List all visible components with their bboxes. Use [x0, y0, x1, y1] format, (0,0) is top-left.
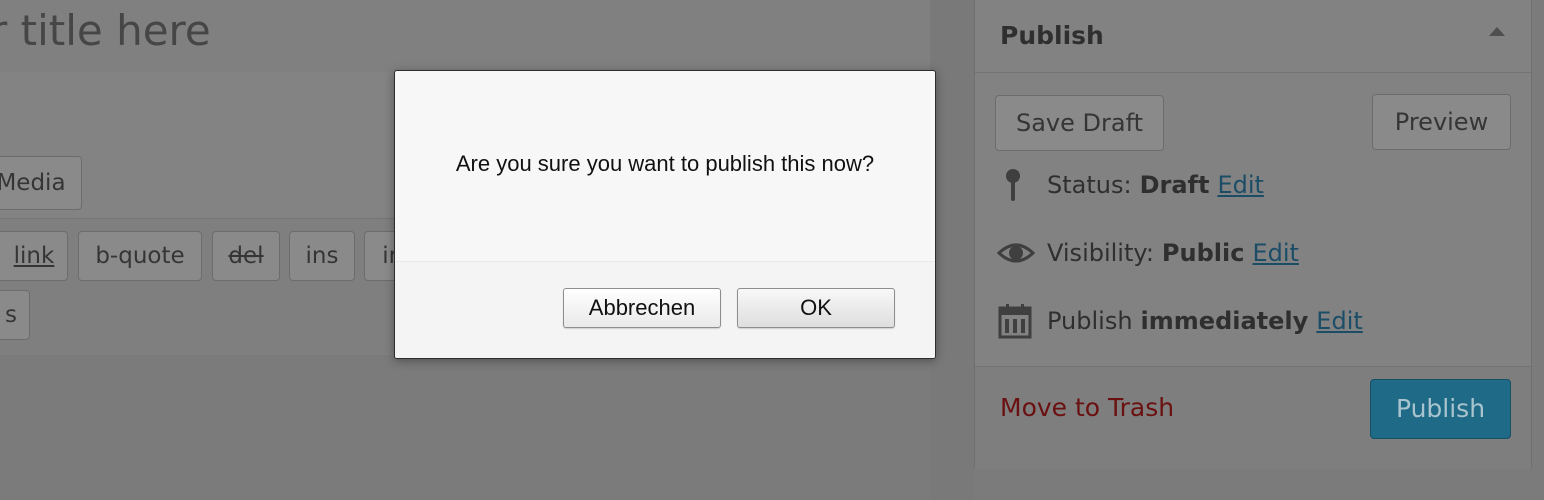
visibility-row: Visibility: Public Edit	[996, 235, 1299, 271]
edit-status-link[interactable]: Edit	[1217, 171, 1263, 199]
save-draft-button[interactable]: Save Draft	[995, 95, 1164, 151]
quicktag-close-tags-button[interactable]: s	[0, 290, 30, 340]
visibility-label: Visibility:	[1047, 239, 1154, 267]
publish-label: Publish	[1047, 307, 1133, 335]
publish-box-footer: Move to Trash Publish	[975, 366, 1531, 469]
eye-icon	[996, 235, 1036, 271]
quicktag-link-button[interactable]: link	[0, 231, 68, 281]
publish-box-header[interactable]: Publish	[975, 0, 1531, 73]
add-media-button[interactable]: Media	[0, 156, 82, 210]
quicktag-label: del	[228, 243, 264, 269]
sidebar-gutter	[930, 0, 974, 500]
post-title-placeholder: r title here	[0, 6, 211, 55]
calendar-icon	[997, 303, 1035, 339]
ok-button[interactable]: OK	[737, 288, 895, 328]
confirm-dialog: Are you sure you want to publish this no…	[394, 70, 936, 359]
dialog-message: Are you sure you want to publish this no…	[455, 151, 875, 176]
quicktag-ins-button[interactable]: ins	[289, 231, 355, 281]
dialog-button-bar: Abbrechen OK	[395, 261, 935, 358]
quicktag-del-button[interactable]: del	[212, 231, 280, 281]
quicktag-label: link	[13, 243, 55, 269]
status-value: Draft	[1139, 171, 1210, 199]
publish-value: immediately	[1140, 307, 1309, 335]
publish-date-row: Publish immediately Edit	[997, 303, 1363, 339]
quicktag-label: s	[5, 302, 17, 328]
publish-box-title: Publish	[1000, 21, 1104, 50]
status-row: Status: Draft Edit	[997, 167, 1264, 203]
publish-button[interactable]: Publish	[1370, 379, 1511, 439]
pin-icon	[997, 167, 1035, 203]
cancel-button[interactable]: Abbrechen	[563, 288, 721, 328]
visibility-value: Public	[1161, 239, 1245, 267]
move-to-trash-link[interactable]: Move to Trash	[1000, 393, 1174, 422]
status-label: Status:	[1047, 171, 1132, 199]
quicktag-bquote-button[interactable]: b-quote	[78, 231, 202, 281]
preview-button[interactable]: Preview	[1372, 94, 1511, 150]
triangle-up-icon[interactable]	[1489, 27, 1505, 36]
post-title-input[interactable]: r title here	[0, 0, 930, 73]
publish-box: Publish Save Draft Preview Status: Draft…	[974, 0, 1532, 469]
edit-visibility-link[interactable]: Edit	[1252, 239, 1298, 267]
edit-publish-date-link[interactable]: Edit	[1316, 307, 1362, 335]
